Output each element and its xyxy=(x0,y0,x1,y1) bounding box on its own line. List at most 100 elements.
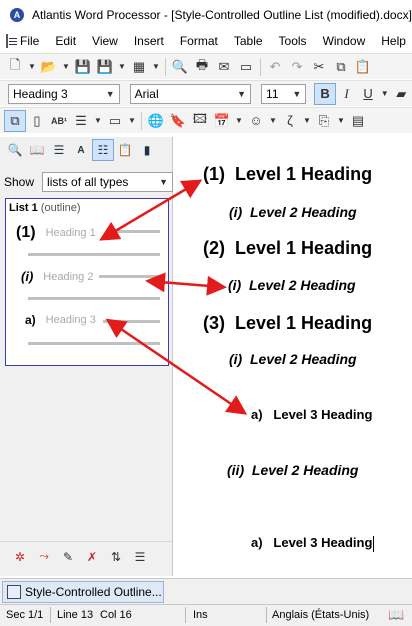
styles-pane-icon[interactable]: A xyxy=(70,139,92,161)
doc-line-text: Level 2 Heading xyxy=(250,204,357,220)
menu-bar: File Edit View Insert Format Table Tools… xyxy=(0,30,412,52)
document-menu-icon[interactable] xyxy=(6,34,17,48)
emoticon-icon[interactable]: ☺ xyxy=(245,110,267,132)
level-3-line xyxy=(103,320,160,323)
email-icon[interactable]: ✉ xyxy=(213,56,235,78)
print-icon[interactable]: 🖶 xyxy=(191,56,213,78)
symbol-dropdown-icon[interactable]: ▼ xyxy=(301,110,313,132)
doc-line-number: (1) xyxy=(203,164,225,184)
lists-pane-icon[interactable]: ☷ xyxy=(92,139,114,161)
find-pane-icon[interactable]: 🔍 xyxy=(4,139,26,161)
window-title: Atlantis Word Processor - [Style-Control… xyxy=(32,8,412,22)
document-area[interactable]: (1) Level 1 Heading (i) Level 2 Heading … xyxy=(174,137,412,576)
formatting-toolbar: Heading 3 ▼ Arial ▼ 11 ▼ B I U ▼ ▰ xyxy=(0,80,412,106)
templates-icon[interactable]: ▦ xyxy=(128,56,150,78)
print-preview-icon[interactable]: 🔍 xyxy=(169,56,191,78)
renumber-icon[interactable]: ⇅ xyxy=(104,550,128,564)
underline-dropdown-icon[interactable]: ▼ xyxy=(379,83,391,105)
emoticon-dropdown-icon[interactable]: ▼ xyxy=(267,110,279,132)
paste-icon[interactable]: 📋 xyxy=(352,56,374,78)
menu-edit[interactable]: Edit xyxy=(47,30,84,52)
doc-heading-2: (i) Level 2 Heading xyxy=(229,351,357,367)
page-icon[interactable]: ▯ xyxy=(26,110,48,132)
fax-icon[interactable]: ▭ xyxy=(235,56,257,78)
doc-line-text: Level 2 Heading xyxy=(251,462,359,478)
menu-file[interactable]: File xyxy=(12,30,47,52)
edit-list-icon[interactable]: ⤳ xyxy=(32,549,56,564)
dictionary-pane-icon[interactable]: 📖 xyxy=(26,139,48,161)
templates-dropdown-icon[interactable]: ▼ xyxy=(150,56,162,78)
doc-line-number: (2) xyxy=(203,238,225,258)
bold-button[interactable]: B xyxy=(314,82,336,105)
doc-heading-2: (i) Level 2 Heading xyxy=(229,204,357,220)
document-tab[interactable]: Style-Controlled Outline... xyxy=(2,581,164,603)
insert-object-icon[interactable]: ⎘ xyxy=(313,110,335,132)
insert-object-dropdown-icon[interactable]: ▼ xyxy=(335,110,347,132)
pane-toggle-icon[interactable]: ⧉ xyxy=(4,109,26,132)
doc-heading-1: (2) Level 1 Heading xyxy=(203,238,372,259)
menu-format[interactable]: Format xyxy=(172,30,226,52)
undo-icon[interactable]: ↶ xyxy=(264,56,286,78)
date-dropdown-icon[interactable]: ▼ xyxy=(233,110,245,132)
show-filter-select[interactable]: lists of all types ▼ xyxy=(42,172,174,192)
status-line: Line 13 xyxy=(57,609,94,621)
dictionary-status-icon[interactable]: 📖 xyxy=(388,607,404,623)
clipboard-pane-icon[interactable]: 📋 xyxy=(114,139,136,161)
picture-icon[interactable]: 🖾 xyxy=(189,110,211,132)
new-list-icon[interactable]: ✲ xyxy=(8,550,32,564)
save-disabled-icon[interactable]: 💾 xyxy=(72,56,94,78)
list-preview[interactable]: List 1 (outline) (1) Heading 1 (i) Headi… xyxy=(5,198,169,366)
font-size-combo[interactable]: 11 ▼ xyxy=(261,83,307,104)
pane-bottom-toolbar: ✲ ⤳ ✎ ✗ ⇅ ☰ xyxy=(0,541,172,571)
underline-button[interactable]: U xyxy=(357,83,379,105)
italic-button[interactable]: I xyxy=(336,83,358,105)
list-properties-icon[interactable]: ☰ xyxy=(128,550,152,564)
open-folder-icon[interactable]: 📂 xyxy=(38,56,60,78)
menu-window[interactable]: Window xyxy=(315,30,374,52)
new-document-icon[interactable]: 🗋 xyxy=(4,56,26,78)
hyperlink-globe-icon[interactable]: 🌐 xyxy=(145,110,167,132)
font-combo[interactable]: Arial ▼ xyxy=(129,83,252,104)
font-combo-value: Arial xyxy=(134,86,159,101)
chevron-down-icon: ▼ xyxy=(237,88,247,99)
doc-line-text: Level 1 Heading xyxy=(235,238,373,258)
document-taskbar: Style-Controlled Outline... xyxy=(0,578,412,604)
save-icon[interactable]: 💾 xyxy=(94,56,116,78)
doc-line-text: Level 3 Heading xyxy=(273,407,373,422)
text-caret xyxy=(373,535,375,552)
document-map-icon[interactable]: ☰ xyxy=(48,139,70,161)
status-section: Sec 1/1 xyxy=(6,609,44,621)
copy-icon[interactable]: ⧉ xyxy=(330,56,352,78)
symbol-icon[interactable]: ζ xyxy=(279,110,301,132)
field-icon[interactable]: ▤ xyxy=(347,110,369,132)
rename-list-icon[interactable]: ✎ xyxy=(56,550,80,564)
open-dropdown-icon[interactable]: ▼ xyxy=(60,56,72,78)
list-level-2[interactable]: (i) Heading 2 xyxy=(21,269,93,284)
save-dropdown-icon[interactable]: ▼ xyxy=(116,56,128,78)
list-level-1[interactable]: (1) Heading 1 xyxy=(16,224,96,242)
new-dropdown-icon[interactable]: ▼ xyxy=(26,56,38,78)
objects-pane-icon[interactable]: ▮ xyxy=(136,139,158,161)
menu-table[interactable]: Table xyxy=(226,30,271,52)
redo-icon[interactable]: ↷ xyxy=(286,56,308,78)
columns-icon[interactable]: ☰ xyxy=(70,110,92,132)
doc-heading-1: (1) Level 1 Heading xyxy=(203,164,372,185)
date-icon[interactable]: 📅 xyxy=(211,110,233,132)
menu-view[interactable]: View xyxy=(84,30,126,52)
status-bar: Sec 1/1 Line 13 Col 16 Ins Anglais (État… xyxy=(0,604,412,626)
menu-help[interactable]: Help xyxy=(373,30,412,52)
cut-icon[interactable]: ✂ xyxy=(308,56,330,78)
list-level-3[interactable]: a) Heading 3 xyxy=(25,313,96,327)
style-combo[interactable]: Heading 3 ▼ xyxy=(8,83,120,104)
frame-icon[interactable]: ▭ xyxy=(104,110,126,132)
columns-dropdown-icon[interactable]: ▼ xyxy=(92,110,104,132)
delete-list-icon[interactable]: ✗ xyxy=(80,550,104,564)
menu-tools[interactable]: Tools xyxy=(271,30,315,52)
bookmark-icon[interactable]: 🔖 xyxy=(167,110,189,132)
level-1-number: (1) xyxy=(16,224,36,241)
frame-dropdown-icon[interactable]: ▼ xyxy=(126,110,138,132)
spell-check-icon[interactable]: AB¹ xyxy=(48,110,70,132)
menu-insert[interactable]: Insert xyxy=(126,30,172,52)
doc-line-number: (3) xyxy=(203,313,225,333)
highlight-icon[interactable]: ▰ xyxy=(391,83,412,105)
